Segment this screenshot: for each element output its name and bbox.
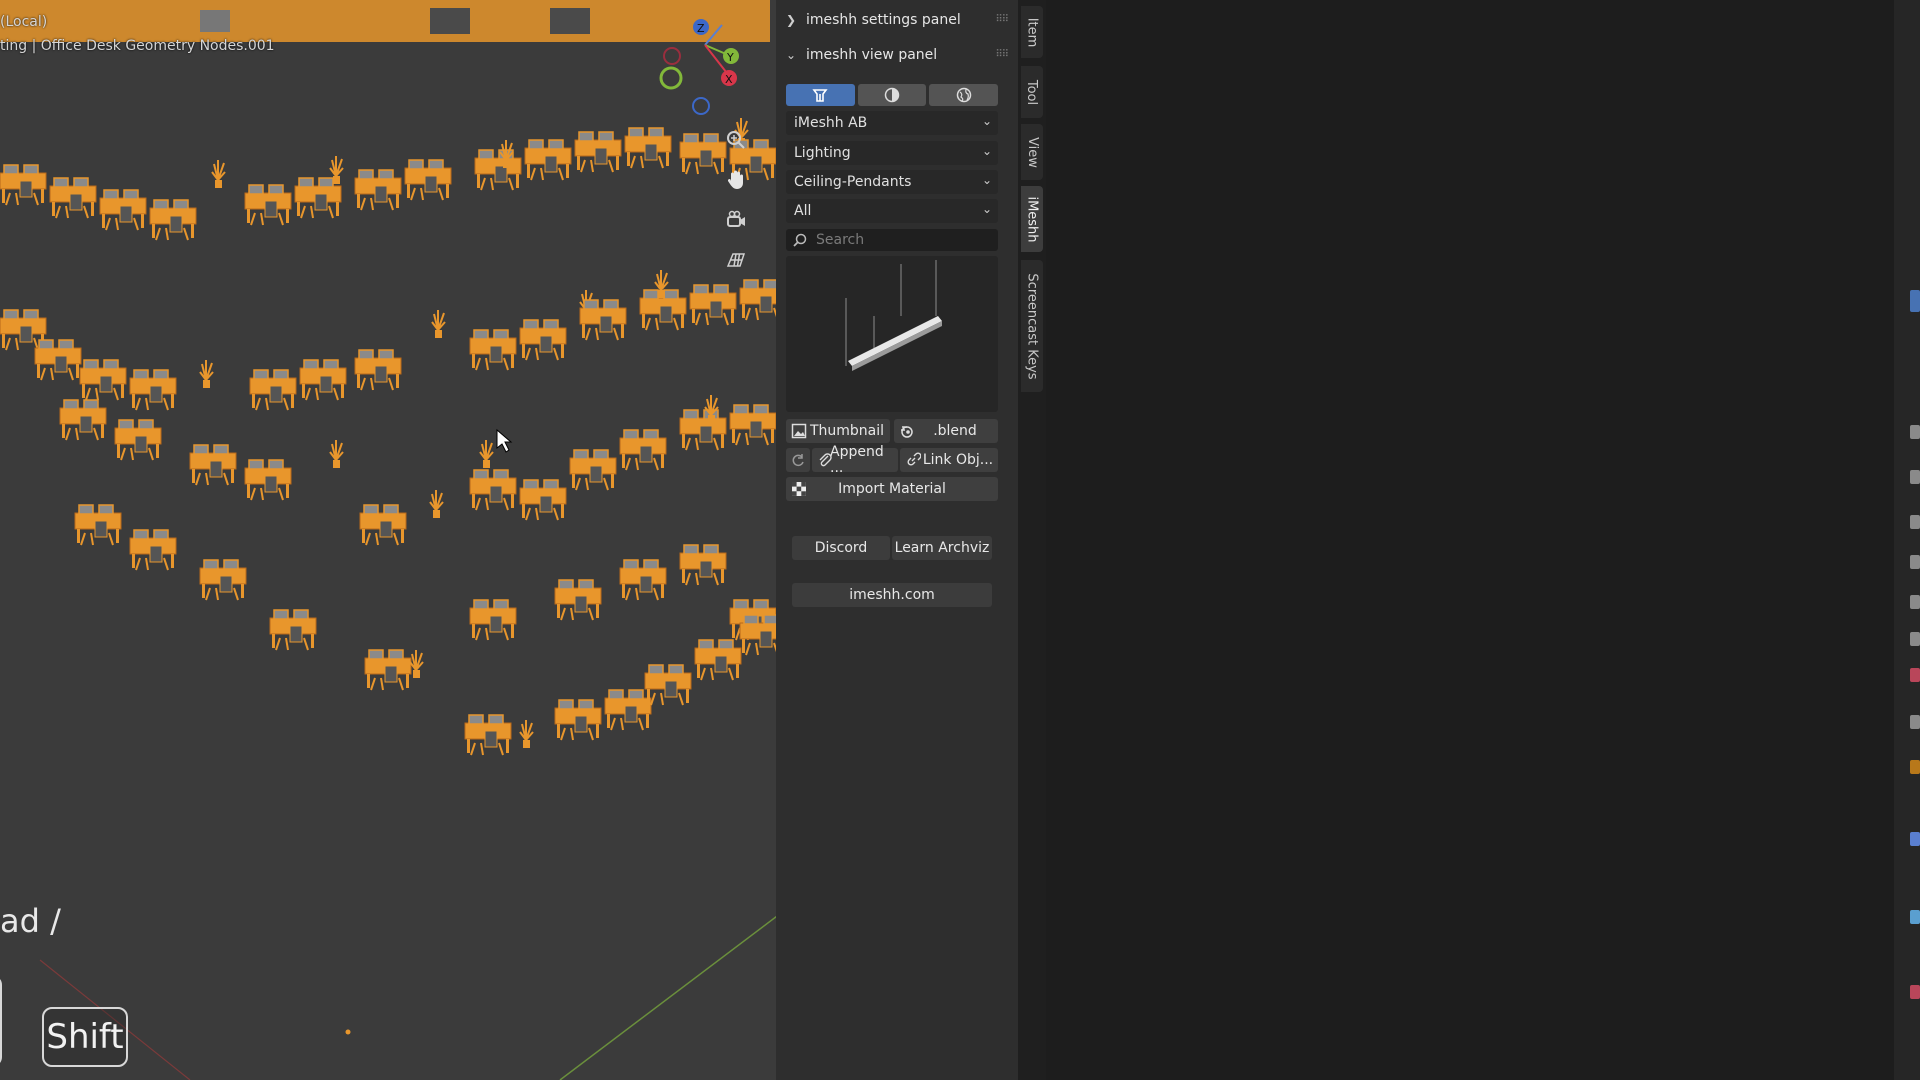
- settings-panel-header[interactable]: ❯ imeshh settings panel: [786, 8, 961, 32]
- active-object-label: ting | Office Desk Geometry Nodes.001: [0, 38, 275, 54]
- library-dropdown[interactable]: iMeshh AB ⌄: [786, 111, 998, 135]
- search-input[interactable]: Search: [786, 229, 998, 251]
- refresh-icon: [792, 454, 804, 467]
- learn-archviz-label: Learn Archviz: [894, 540, 990, 556]
- tab-screencast-keys-label: Screencast Keys: [1024, 272, 1040, 380]
- import-material-label: Import Material: [838, 481, 946, 497]
- category-value: Lighting: [794, 145, 851, 161]
- discord-button[interactable]: Discord: [792, 536, 890, 560]
- materials-mode-button[interactable]: [857, 84, 927, 106]
- view-mode-label: (Local): [0, 14, 48, 30]
- category-dropdown[interactable]: Lighting ⌄: [786, 141, 998, 165]
- chevron-down-icon: ⌄: [981, 144, 992, 158]
- chevron-right-icon: ❯: [786, 13, 797, 27]
- data-properties-icon[interactable]: [1910, 910, 1920, 924]
- link-object-button[interactable]: Link Obj...: [900, 448, 998, 472]
- camera-view-icon[interactable]: [720, 204, 752, 236]
- material-properties-icon[interactable]: [1910, 985, 1920, 999]
- tab-view-label: View: [1024, 136, 1040, 168]
- image-icon: [791, 423, 807, 439]
- tab-imeshh[interactable]: iMeshh: [1021, 186, 1043, 252]
- output-properties-icon[interactable]: [1910, 515, 1920, 529]
- properties-area: [1046, 0, 1920, 1080]
- tab-item[interactable]: Item: [1021, 6, 1043, 58]
- screencast-shift-key: Shift: [42, 1007, 128, 1067]
- chevron-down-icon: ⌄: [981, 114, 992, 128]
- world-properties-icon[interactable]: [1910, 632, 1920, 646]
- thumbnail-button[interactable]: Thumbnail: [786, 419, 890, 443]
- discord-label: Discord: [814, 540, 868, 556]
- chevron-down-icon: ⌄: [786, 48, 797, 62]
- object-properties-icon[interactable]: [1910, 715, 1920, 729]
- pendant-lamp-thumbnail: [845, 260, 942, 371]
- mouse-cursor: [496, 428, 513, 453]
- tab-screencast-keys[interactable]: Screencast Keys: [1021, 260, 1043, 392]
- blend-label: .blend: [933, 423, 977, 439]
- asset-type-selector: [786, 84, 999, 106]
- world-mode-button[interactable]: [929, 84, 999, 106]
- filter-value: All: [794, 203, 812, 219]
- orthographic-grid-icon[interactable]: [720, 244, 752, 276]
- library-value: iMeshh AB: [794, 115, 868, 131]
- pan-hand-icon[interactable]: [720, 164, 752, 196]
- tab-imeshh-label: iMeshh: [1024, 195, 1040, 243]
- scene-properties-icon[interactable]: [1910, 595, 1920, 609]
- sidebar-panel: ❯ imeshh settings panel ⠿⠿ ⌄ imeshh view…: [776, 0, 1018, 1080]
- search-icon: [793, 233, 807, 247]
- tab-view[interactable]: View: [1021, 124, 1043, 180]
- zoom-icon[interactable]: [720, 124, 752, 156]
- screencast-previous-key: [0, 975, 2, 1067]
- tab-tool-label: Tool: [1024, 79, 1040, 105]
- drag-grip-icon[interactable]: ⠿⠿: [995, 49, 1009, 60]
- tab-tool[interactable]: Tool: [1021, 66, 1043, 118]
- view-panel-title: imeshh view panel: [806, 47, 938, 63]
- website-button[interactable]: imeshh.com: [792, 583, 992, 607]
- asset-thumbnail-preview[interactable]: [786, 256, 998, 412]
- axis-y-label[interactable]: Y: [726, 51, 734, 64]
- render-properties-icon[interactable]: [1910, 470, 1920, 484]
- materials-icon: [884, 87, 900, 103]
- axis-x-label[interactable]: X: [725, 73, 733, 86]
- chevron-down-icon: ⌄: [981, 173, 992, 187]
- undo-icon-button[interactable]: [786, 448, 810, 472]
- subcategory-value: Ceiling-Pendants: [794, 174, 912, 190]
- open-blend-button[interactable]: .blend: [894, 419, 998, 443]
- chevron-down-icon: ⌄: [981, 202, 992, 216]
- paperclip-icon: [817, 452, 833, 468]
- tab-item-label: Item: [1024, 17, 1040, 47]
- filter-dropdown[interactable]: All ⌄: [786, 199, 998, 223]
- append-button[interactable]: Append ...: [812, 444, 898, 476]
- screencast-shortcut-text: ad /: [0, 902, 61, 940]
- learn-archviz-button[interactable]: Learn Archviz: [892, 536, 992, 560]
- drag-grip-icon[interactable]: ⠿⠿: [995, 14, 1009, 25]
- sidebar-tabs: Item Tool View iMeshh Screencast Keys: [1018, 0, 1046, 1080]
- search-placeholder: Search: [816, 232, 865, 248]
- settings-panel-title: imeshh settings panel: [806, 12, 961, 28]
- models-icon: [812, 89, 828, 102]
- view-panel-header[interactable]: ⌄ imeshh view panel: [786, 43, 937, 67]
- active-properties-tab-icon[interactable]: [1910, 290, 1920, 312]
- axis-z-label[interactable]: Z: [697, 22, 705, 35]
- constraint-properties-icon[interactable]: [1910, 832, 1920, 846]
- import-material-button[interactable]: Import Material: [786, 477, 998, 501]
- checker-material-icon: [791, 481, 807, 497]
- models-mode-button[interactable]: [786, 84, 855, 106]
- website-label: imeshh.com: [849, 587, 935, 603]
- subcategory-dropdown[interactable]: Ceiling-Pendants ⌄: [786, 170, 998, 194]
- blend-file-icon: [899, 423, 915, 439]
- view-layer-properties-icon[interactable]: [1910, 555, 1920, 569]
- link-icon: [905, 452, 921, 468]
- modifier-properties-icon[interactable]: [1910, 760, 1920, 774]
- collection-properties-icon[interactable]: [1910, 668, 1920, 682]
- tool-properties-icon[interactable]: [1910, 425, 1920, 439]
- world-icon: [956, 87, 971, 103]
